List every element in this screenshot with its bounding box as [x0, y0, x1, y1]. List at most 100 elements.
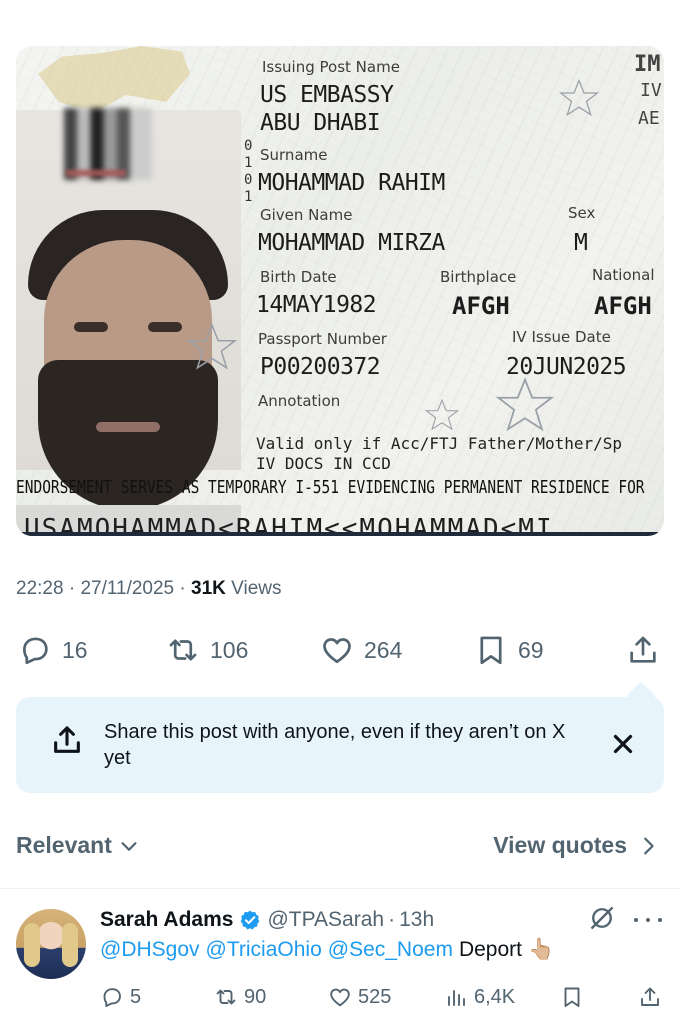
like-icon	[323, 638, 351, 664]
like-button[interactable]: 264	[320, 628, 402, 672]
reply-author-name[interactable]: Sarah Adams	[100, 908, 233, 932]
reply-time[interactable]: 13h	[399, 908, 434, 932]
view-quotes-link[interactable]: View quotes	[493, 832, 659, 859]
reply-author-handle[interactable]: @TPASarah	[267, 908, 384, 932]
star-watermark-icon	[558, 78, 600, 117]
reply-like-button[interactable]: 525	[328, 982, 391, 1012]
star-watermark-icon	[495, 377, 555, 432]
star-watermark-icon	[424, 398, 460, 431]
share-tip: Share this post with anyone, even if the…	[16, 697, 664, 793]
avatar[interactable]	[16, 909, 86, 979]
mention-link[interactable]: @DHSgov	[100, 938, 200, 962]
view-quotes-label: View quotes	[493, 832, 627, 858]
post-meta: 22:28 · 27/11/2025 · 31K Views	[16, 578, 282, 600]
chevron-right-icon	[644, 837, 654, 854]
share-icon	[641, 987, 659, 1006]
surname-value: MOHAMMAD RAHIM	[258, 170, 445, 196]
reply-button[interactable]: 16	[18, 628, 88, 672]
sort-replies-button[interactable]: Relevant	[16, 832, 140, 859]
reply-text: @DHSgov @TriciaOhio @Sec_Noem Deport 👆🏼	[100, 938, 554, 962]
corner-text-mid: IV	[640, 80, 662, 101]
reply-share-button[interactable]	[638, 982, 662, 1012]
reply-body-text: Deport	[458, 938, 522, 961]
reply-count: 16	[62, 636, 88, 663]
issue-date-value: 20JUN2025	[506, 354, 627, 380]
issuing-post-line2: ABU DHABI	[260, 110, 381, 136]
annotation-line1: Valid only if Acc/FTJ Father/Mother/Sp	[256, 434, 623, 453]
visa-number-digits: 0 1 0 1	[244, 138, 253, 205]
passport-number-value: P00200372	[260, 354, 381, 380]
reply-views-count: 6,4K	[474, 985, 516, 1008]
reply-action-bar: 5 90 525 6,4K	[0, 982, 681, 1012]
close-tip-button[interactable]	[608, 729, 638, 759]
views-label: Views	[231, 578, 282, 599]
share-button[interactable]	[626, 628, 660, 672]
reply-repost-count: 90	[244, 985, 267, 1008]
meta-separator: ·	[179, 578, 186, 599]
issuing-post-label: Issuing Post Name	[262, 58, 400, 76]
reply-separator: ·	[388, 908, 396, 931]
birth-date-value: 14MAY1982	[256, 292, 377, 318]
share-icon	[54, 726, 80, 753]
reply-like-count: 525	[358, 985, 392, 1008]
passport-number-label: Passport Number	[258, 330, 387, 348]
reply-reply-count: 5	[130, 985, 142, 1008]
surname-label: Surname	[260, 146, 328, 164]
corner-text-low: AE	[638, 108, 660, 129]
chevron-down-icon	[121, 841, 137, 851]
corner-text-top: IM	[634, 52, 661, 77]
like-count: 264	[364, 636, 403, 663]
reply-header: Sarah Adams @TPASarah · 13h	[100, 905, 434, 935]
sort-label: Relevant	[16, 832, 112, 858]
views-count: 31K	[191, 578, 226, 599]
like-icon	[330, 988, 350, 1007]
issuing-post-line1: US EMBASSY	[260, 82, 394, 108]
issue-date-label: IV Issue Date	[512, 328, 611, 346]
sex-label: Sex	[568, 204, 596, 222]
reply-bookmark-button[interactable]	[560, 982, 584, 1012]
birth-date-label: Birth Date	[260, 268, 337, 286]
repost-icon	[216, 989, 236, 1005]
birthplace-value: AFGH	[452, 292, 510, 320]
mention-link[interactable]: @TriciaOhio	[206, 938, 322, 962]
more-icon[interactable]	[634, 908, 662, 932]
divider	[0, 888, 681, 889]
nationality-value: AFGH	[594, 292, 652, 320]
bookmark-icon	[564, 987, 580, 1007]
birthplace-label: Birthplace	[440, 268, 517, 286]
share-icon	[630, 636, 656, 663]
given-name-value: MOHAMMAD MIRZA	[258, 230, 445, 256]
close-icon	[613, 734, 633, 754]
share-tip-text: Share this post with anyone, even if the…	[104, 721, 566, 769]
annotation-line2: IV DOCS IN CCD	[256, 454, 391, 473]
bookmark-button[interactable]: 69	[474, 628, 544, 672]
visa-bottom-bar	[16, 532, 664, 536]
reply-icon	[103, 988, 121, 1007]
given-name-label: Given Name	[260, 206, 353, 224]
repost-count: 106	[210, 636, 249, 663]
repost-button[interactable]: 106	[166, 628, 248, 672]
post-time[interactable]: 22:28	[16, 578, 64, 599]
nationality-label: National	[592, 266, 655, 284]
visa-image[interactable]: 0 1 0 1 Issuing Post Name US EMBASSY ABU…	[16, 46, 664, 536]
reply-icon	[23, 637, 48, 665]
grok-icon[interactable]	[588, 904, 616, 932]
sex-value: M	[574, 230, 588, 256]
post-action-bar: 16 106 264 69	[0, 628, 681, 672]
reply-reply-button[interactable]: 5	[100, 982, 141, 1012]
meta-separator: ·	[68, 578, 76, 599]
star-watermark-icon	[186, 323, 238, 370]
pointing-emoji: 👆🏼	[527, 938, 555, 961]
bookmark-icon	[480, 636, 502, 665]
bookmark-count: 69	[518, 636, 544, 663]
mention-link[interactable]: @Sec_Noem	[328, 938, 453, 962]
repost-icon	[169, 639, 197, 661]
blurred-region-red	[66, 170, 126, 176]
verified-badge-icon	[241, 910, 260, 930]
post-date[interactable]: 27/11/2025	[80, 578, 174, 599]
endorsement-text: ENDORSEMENT SERVES AS TEMPORARY I-551 EV…	[16, 478, 645, 498]
reply-views-button[interactable]: 6,4K	[444, 982, 515, 1012]
reply-repost-button[interactable]: 90	[214, 982, 266, 1012]
annotation-label: Annotation	[258, 392, 341, 410]
views-icon	[448, 990, 465, 1006]
